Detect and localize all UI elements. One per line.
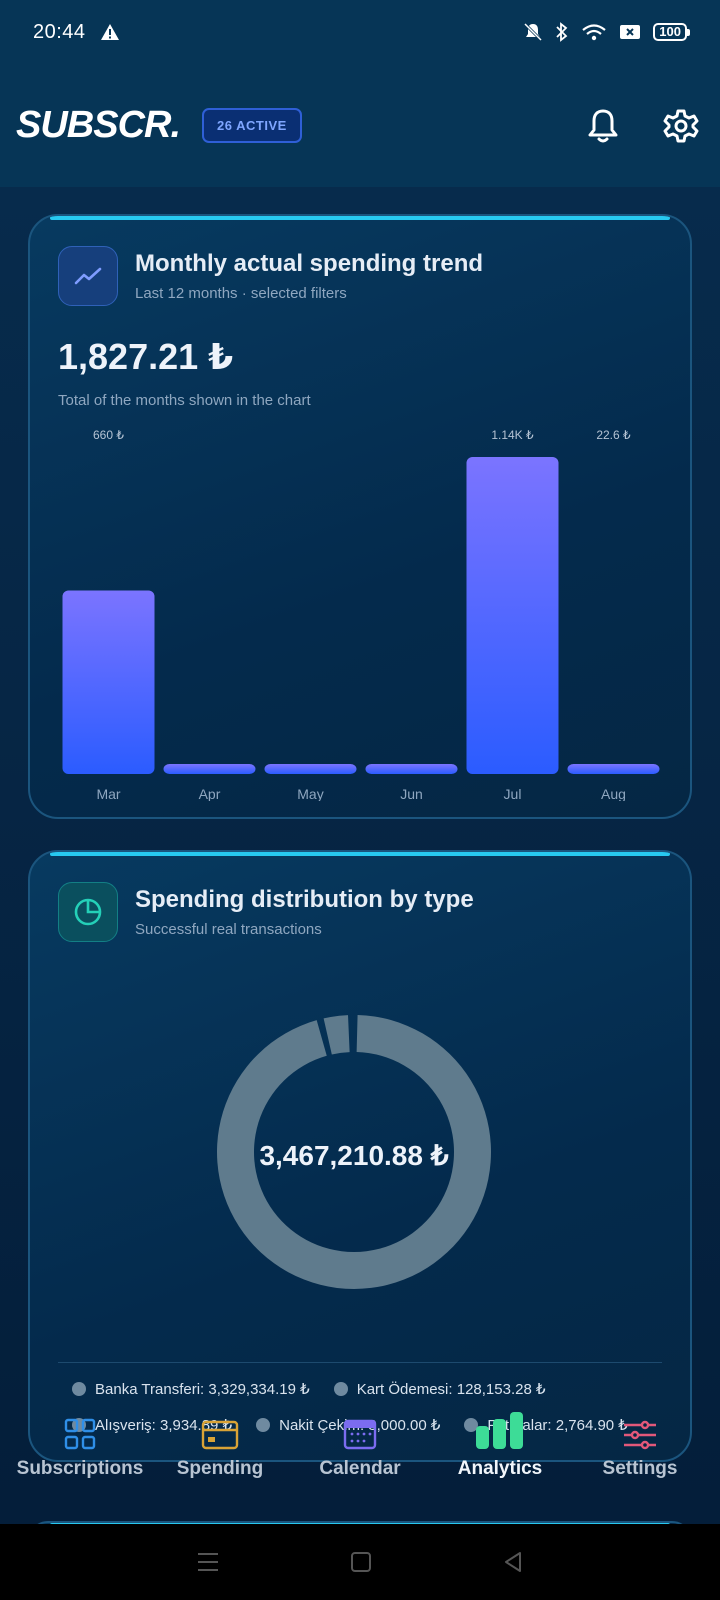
distribution-donut-chart: 3,467,210.88 ₺ [217,1015,492,1289]
donut-slice [323,1015,350,1055]
calendar-icon [343,1419,377,1450]
gear-icon [663,109,699,142]
wifi-icon [582,24,606,41]
app-logo: SUBSCR. [16,104,181,146]
settings-button[interactable] [662,107,700,145]
nav-label: Calendar [319,1458,401,1479]
system-navigation-bar [0,1524,720,1600]
notifications-button[interactable] [584,107,622,145]
nav-calendar[interactable]: Calendar [290,1400,430,1500]
home-icon[interactable] [350,1551,372,1573]
bar-jul [466,457,559,774]
x-tick-label: Jul [504,786,522,801]
bar-apr [163,764,256,774]
x-tick-label: Apr [199,786,221,801]
x-tick-label: Mar [96,786,120,801]
legend-dot [72,1382,86,1396]
menu-icon[interactable] [196,1551,220,1573]
nav-label: Subscriptions [16,1458,144,1479]
trend-line-icon [74,267,102,285]
nav-label: Settings [602,1458,678,1479]
x-tick-label: Aug [601,786,626,801]
trend-icon-box [58,246,118,306]
trend-card-subtitle: Last 12 months · selected filters [135,285,347,302]
legend-dot [333,1382,348,1396]
bell-icon [588,109,618,142]
trend-total-note: Total of the months shown in the chart [58,392,311,409]
bar-chart-icon [476,1412,523,1449]
legend-label: Banka Transferi: 3,329,334.19 ₺ [95,1381,310,1398]
legend-item: Banka Transferi: 3,329,334.19 ₺ [72,1380,310,1398]
status-bar: 20:44 100 [0,0,720,64]
nav-subscriptions[interactable]: Subscriptions [10,1400,150,1500]
card-icon [201,1420,239,1450]
bar-data-label: 22.6 ₺ [596,428,631,442]
bar-data-label: 1.14K ₺ [491,428,534,442]
warning-icon [100,24,119,40]
status-time: 20:44 [33,20,86,43]
bar-data-label: 660 ₺ [93,428,124,442]
bar-mar [62,590,155,774]
x-tick-label: Jun [400,786,423,801]
bar-aug [567,764,660,774]
trend-total: 1,827.21 ₺ [58,336,234,377]
mute-icon [524,22,543,42]
nav-label: Analytics [457,1458,543,1479]
donut-total-label: 3,467,210.88 ₺ [259,1140,448,1171]
active-count-badge: 26 ACTIVE [202,108,302,143]
battery-indicator: 100 [653,23,690,41]
monthly-bar-chart: Mar 660 ₺ Apr May Jun Jul 1.14K ₺ Aug 22.6 ₺ [62,428,660,801]
spending-trend-card: Monthly actual spending trend Last 12 mo… [28,214,692,819]
app-header: SUBSCR. 26 ACTIVE [0,64,720,187]
bar-jun [365,764,458,774]
analytics-content[interactable]: Monthly actual spending trend Last 12 mo… [0,187,720,1524]
back-icon[interactable] [502,1551,524,1573]
nav-label: Spending [176,1458,264,1479]
nav-settings[interactable]: Settings [570,1400,710,1500]
legend-divider [58,1362,662,1363]
bluetooth-icon [556,22,568,42]
legend-label: Kart Ödemesi: 128,153.28 ₺ [356,1381,546,1398]
legend-item: Kart Ödemesi: 128,153.28 ₺ [333,1380,546,1398]
nav-spending[interactable]: Spending [150,1400,290,1500]
sim-off-icon [620,25,641,39]
sliders-icon [624,1420,656,1450]
spending-distribution-card: Spending distribution by type Successful… [28,850,692,1462]
grid-icon [64,1418,96,1450]
bar-may [264,764,357,774]
nav-analytics[interactable]: Analytics [430,1400,570,1500]
trend-card-title: Monthly actual spending trend [135,250,484,277]
bottom-navigation: Subscriptions Spending Calendar Analytic… [0,1400,720,1500]
x-tick-label: May [297,786,323,801]
